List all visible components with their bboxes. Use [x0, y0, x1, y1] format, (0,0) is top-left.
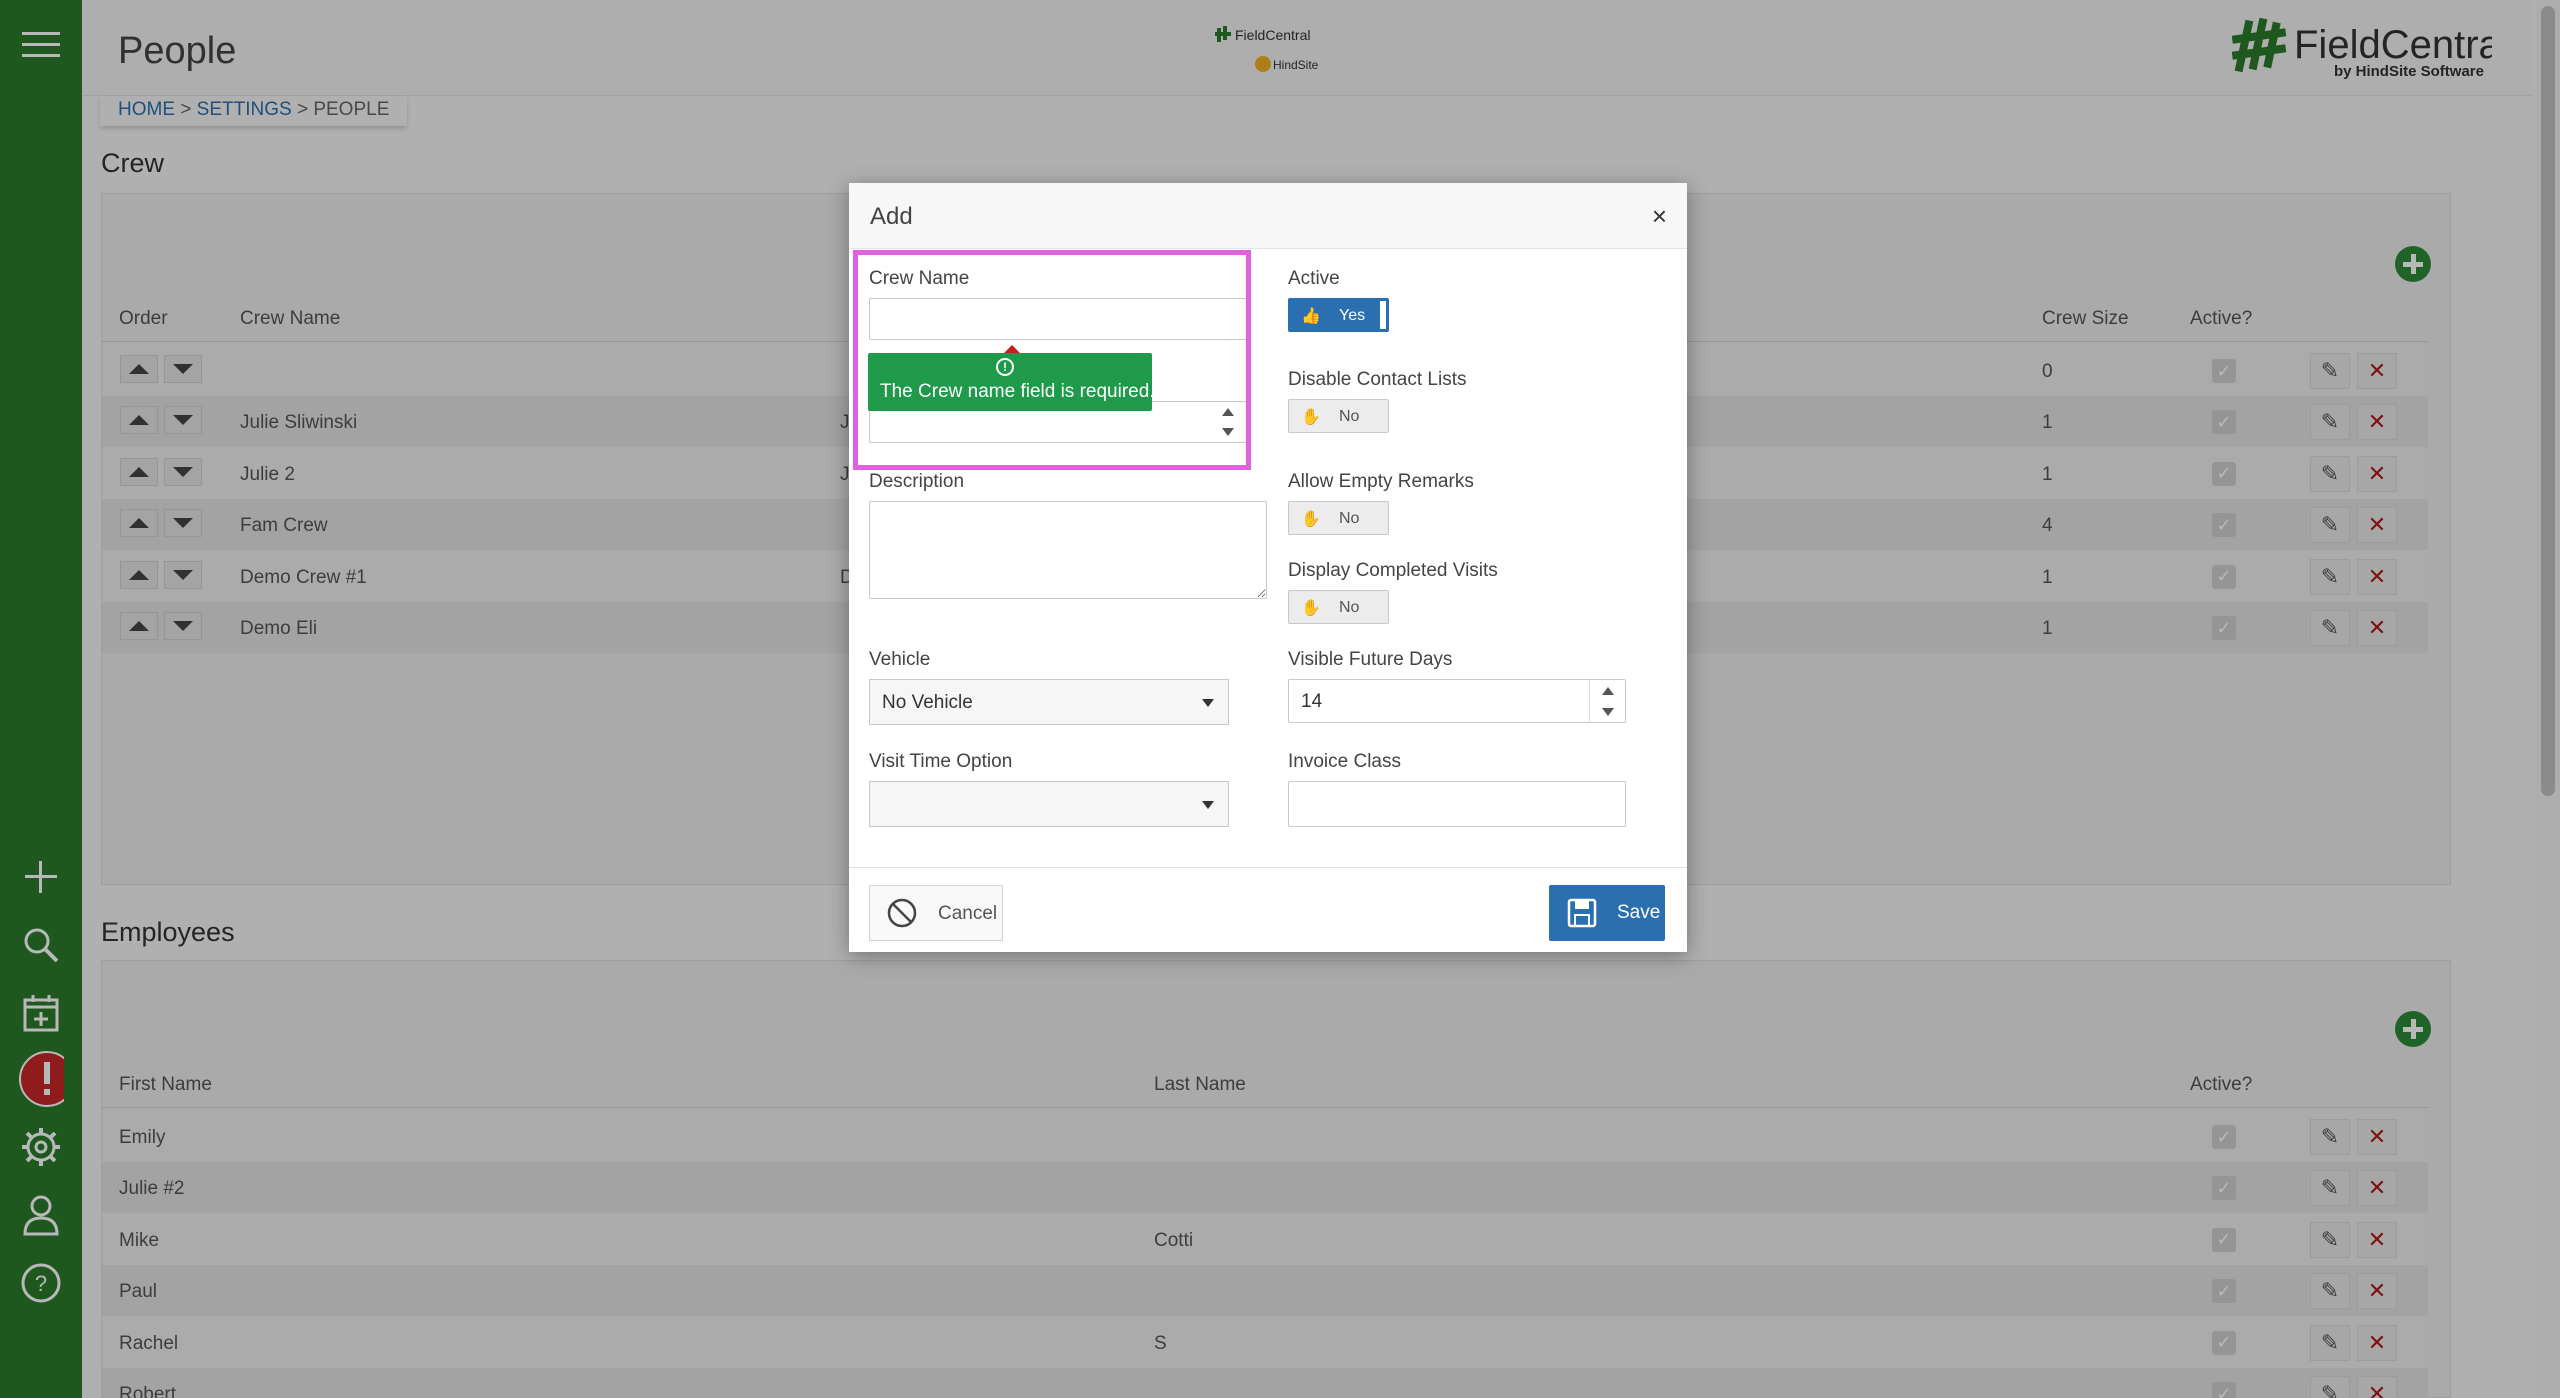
display-completed-visits-toggle[interactable]: ✋ No	[1288, 590, 1389, 624]
dialog-header: Add ×	[849, 183, 1687, 249]
chevron-down-icon	[1202, 801, 1214, 809]
visible-future-days-label: Visible Future Days	[1288, 649, 1453, 670]
active-label: Active	[1288, 268, 1340, 289]
thumbs-up-icon: 👍	[1301, 308, 1321, 325]
highlight-box	[853, 250, 1251, 470]
display-completed-visits-label: Display Completed Visits	[1288, 560, 1498, 581]
invoice-class-input[interactable]	[1288, 781, 1626, 827]
display-completed-visits-value: No	[1339, 599, 1360, 616]
active-toggle-value: Yes	[1339, 307, 1366, 324]
visit-time-option-label: Visit Time Option	[869, 751, 1013, 772]
vehicle-select-value: No Vehicle	[882, 692, 973, 713]
chevron-down-icon	[1202, 699, 1214, 707]
active-toggle[interactable]: 👍 Yes	[1288, 298, 1389, 332]
cancel-icon	[887, 898, 917, 928]
hand-stop-icon: ✋	[1301, 409, 1321, 426]
save-button-label: Save	[1617, 902, 1661, 923]
allow-empty-remarks-label: Allow Empty Remarks	[1288, 471, 1474, 492]
hand-stop-icon: ✋	[1301, 511, 1321, 528]
save-button[interactable]: Save	[1549, 885, 1665, 941]
visible-future-days-value: 14	[1301, 691, 1323, 712]
disable-contact-lists-toggle[interactable]: ✋ No	[1288, 399, 1389, 433]
dialog-title: Add	[870, 203, 913, 230]
description-textarea[interactable]	[869, 501, 1267, 599]
vehicle-label: Vehicle	[869, 649, 931, 670]
close-icon[interactable]: ×	[1652, 201, 1667, 232]
cancel-button[interactable]: Cancel	[869, 885, 1003, 941]
hand-stop-icon: ✋	[1301, 600, 1321, 617]
allow-empty-remarks-value: No	[1339, 510, 1360, 527]
invoice-class-label: Invoice Class	[1288, 751, 1401, 772]
allow-empty-remarks-toggle[interactable]: ✋ No	[1288, 501, 1389, 535]
description-label: Description	[869, 471, 965, 492]
vehicle-select[interactable]: No Vehicle	[869, 679, 1229, 725]
visit-time-option-select[interactable]	[869, 781, 1229, 827]
save-icon	[1567, 898, 1597, 928]
visible-future-days-input[interactable]: 14	[1288, 679, 1626, 723]
disable-contact-lists-label: Disable Contact Lists	[1288, 369, 1467, 390]
cancel-button-label: Cancel	[938, 903, 998, 924]
disable-contact-lists-value: No	[1339, 408, 1360, 425]
number-spinner[interactable]	[1589, 680, 1625, 722]
dialog-footer: Cancel Save	[849, 867, 1687, 952]
